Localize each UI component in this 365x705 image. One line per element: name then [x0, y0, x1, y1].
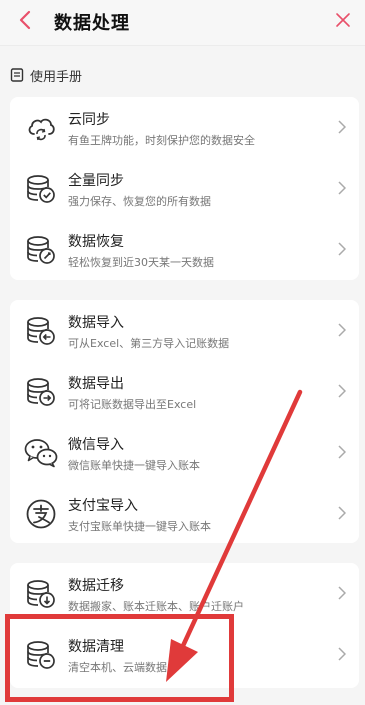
database-import-icon [24, 314, 58, 348]
item-subtitle: 强力保存、恢复您的所有数据 [68, 195, 211, 208]
chevron-right-icon [335, 119, 349, 135]
item-title: 微信导入 [68, 437, 124, 453]
sync-group: 云同步 有鱼王牌功能，时刻保护您的数据安全 全量同步 强力保存、恢复您的所有数据 [10, 97, 359, 280]
wechat-icon [24, 436, 58, 470]
page-title: 数据处理 [54, 13, 130, 34]
document-icon [10, 68, 24, 82]
user-manual-label: 使用手册 [30, 69, 83, 85]
item-title: 云同步 [68, 112, 110, 128]
chevron-right-icon [335, 444, 349, 460]
list-item-cloud-sync[interactable]: 云同步 有鱼王牌功能，时刻保护您的数据安全 [10, 97, 359, 158]
database-migrate-icon [24, 577, 58, 611]
list-item-full-sync[interactable]: 全量同步 强力保存、恢复您的所有数据 [10, 158, 359, 219]
chevron-right-icon [335, 585, 349, 601]
list-item-wechat-import[interactable]: 微信导入 微信账单快捷一键导入账本 [10, 422, 359, 483]
item-title: 数据恢复 [68, 234, 124, 250]
chevron-right-icon [335, 322, 349, 338]
database-restore-icon [24, 233, 58, 267]
item-subtitle: 轻松恢复到近30天某一天数据 [68, 256, 214, 269]
chevron-right-icon [335, 383, 349, 399]
item-subtitle: 可将记账数据导出至Excel [68, 398, 197, 411]
back-button[interactable] [12, 7, 38, 33]
cloud-sync-icon [24, 111, 58, 145]
item-title: 全量同步 [68, 173, 124, 189]
list-item-data-clear[interactable]: 数据清理 清空本机、云端数据 [10, 624, 359, 685]
item-subtitle: 清空本机、云端数据 [68, 661, 167, 674]
data-management-group: 数据迁移 数据搬家、账本迁账本、账户迁账户 数据清理 清空本机、云端数据 [10, 563, 359, 688]
item-subtitle: 可从Excel、第三方导入记账数据 [68, 337, 230, 350]
chevron-right-icon [335, 241, 349, 257]
item-subtitle: 微信账单快捷一键导入账本 [68, 459, 200, 472]
close-button[interactable] [331, 8, 355, 32]
import-export-group: 数据导入 可从Excel、第三方导入记账数据 数据导出 可将记账数据导出至Exc… [10, 300, 359, 543]
item-subtitle: 数据搬家、账本迁账本、账户迁账户 [68, 600, 244, 613]
item-title: 数据导出 [68, 376, 124, 392]
list-item-data-restore[interactable]: 数据恢复 轻松恢复到近30天某一天数据 [10, 219, 359, 280]
list-item-data-import[interactable]: 数据导入 可从Excel、第三方导入记账数据 [10, 300, 359, 361]
chevron-left-icon [19, 10, 31, 30]
list-item-data-export[interactable]: 数据导出 可将记账数据导出至Excel [10, 361, 359, 422]
list-item-data-migrate[interactable]: 数据迁移 数据搬家、账本迁账本、账户迁账户 [10, 563, 359, 624]
close-icon [336, 13, 350, 27]
database-check-icon [24, 172, 58, 206]
item-title: 数据清理 [68, 639, 124, 655]
chevron-right-icon [335, 646, 349, 662]
user-manual-link[interactable]: 使用手册 [10, 64, 82, 86]
chevron-right-icon [335, 505, 349, 521]
item-subtitle: 支付宝账单快捷一键导入账本 [68, 520, 211, 533]
item-title: 支付宝导入 [68, 498, 138, 514]
app-header: 数据处理 [0, 0, 365, 46]
database-clear-icon [24, 638, 58, 672]
database-export-icon [24, 375, 58, 409]
item-title: 数据迁移 [68, 578, 124, 594]
item-subtitle: 有鱼王牌功能，时刻保护您的数据安全 [68, 134, 255, 147]
list-item-alipay-import[interactable]: 支付宝导入 支付宝账单快捷一键导入账本 [10, 483, 359, 544]
chevron-right-icon [335, 180, 349, 196]
alipay-icon [24, 497, 58, 531]
item-title: 数据导入 [68, 315, 124, 331]
